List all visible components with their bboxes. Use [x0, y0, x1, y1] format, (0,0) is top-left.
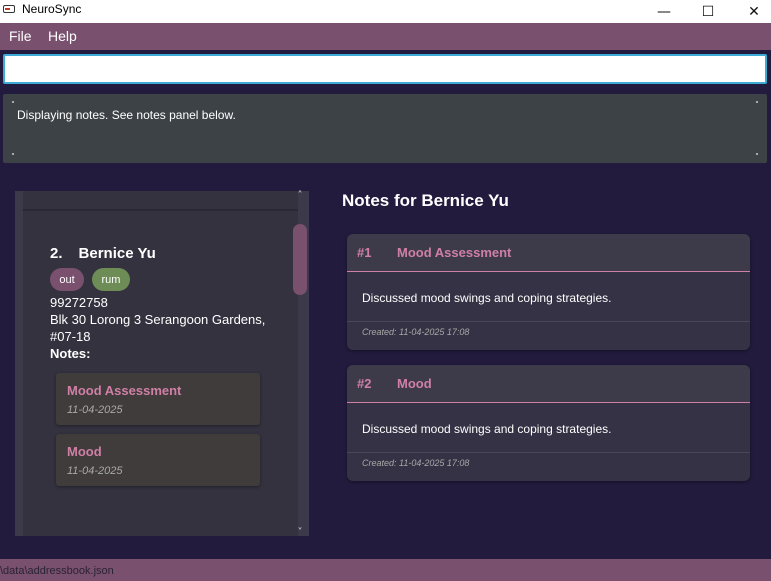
minimize-button[interactable]: — [641, 0, 687, 23]
menu-file[interactable]: File [9, 28, 32, 44]
title-bar: NeuroSync — ☐ ✕ [0, 0, 771, 23]
app-icon [3, 5, 15, 13]
person-name-text: Bernice Yu [78, 245, 156, 262]
menu-help[interactable]: Help [48, 28, 77, 44]
note-created: Created: 11-04-2025 17:08 [362, 458, 470, 468]
person-address: Blk 30 Lorong 3 Serangoon Gardens, [50, 312, 266, 327]
list-item[interactable] [23, 191, 298, 211]
tag-rum: rum [92, 268, 130, 291]
note-body: Discussed mood swings and coping strateg… [362, 291, 612, 305]
mini-note-card[interactable]: Mood Assessment 11-04-2025 [56, 373, 260, 425]
scroll-thumb[interactable] [293, 224, 307, 295]
divider [347, 452, 750, 453]
tag-out: out [50, 268, 84, 291]
note-number: #2 [357, 376, 372, 391]
mini-note-title: Mood Assessment [67, 383, 182, 398]
person-index: 2. [50, 245, 63, 262]
mini-note-date: 11-04-2025 [67, 465, 123, 477]
corner-dot [756, 101, 758, 103]
corner-dot [12, 101, 14, 103]
status-path: \data\addressbook.json [0, 565, 114, 577]
person-list-panel[interactable]: 2. Bernice Yu out rum 99272758 Blk 30 Lor… [15, 191, 309, 536]
scroll-up-icon[interactable]: ˄ [291, 191, 309, 201]
notes-panel-title: Notes for Bernice Yu [342, 191, 509, 210]
result-text: Displaying notes. See notes panel below. [17, 108, 236, 122]
mini-note-title: Mood [67, 444, 102, 459]
menu-bar: File Help [0, 23, 771, 50]
maximize-button[interactable]: ☐ [685, 0, 731, 23]
person-address-unit: #07-18 [50, 329, 91, 344]
note-header: #2 Mood [347, 365, 750, 403]
note-created: Created: 11-04-2025 17:08 [362, 327, 470, 337]
note-header: #1 Mood Assessment [347, 234, 750, 272]
close-button[interactable]: ✕ [731, 0, 771, 23]
notes-label: Notes: [50, 346, 91, 361]
note-body: Discussed mood swings and coping strateg… [362, 422, 612, 436]
note-card[interactable]: #1 Mood Assessment Discussed mood swings… [347, 234, 750, 350]
note-card[interactable]: #2 Mood Discussed mood swings and coping… [347, 365, 750, 481]
corner-dot [756, 153, 758, 155]
note-number: #1 [357, 245, 372, 260]
person-phone: 99272758 [50, 295, 108, 310]
mini-note-date: 11-04-2025 [67, 404, 123, 416]
person-card[interactable]: 2. Bernice Yu out rum 99272758 Blk 30 Lor… [23, 211, 298, 501]
status-bar: \data\addressbook.json [0, 559, 771, 581]
divider [347, 321, 750, 322]
person-name: 2. Bernice Yu [50, 245, 156, 262]
note-title: Mood [397, 376, 432, 391]
mini-note-card[interactable]: Mood 11-04-2025 [56, 434, 260, 486]
window-title: NeuroSync [22, 2, 82, 16]
corner-dot [12, 153, 14, 155]
list-scrollbar[interactable]: ˄ ˅ [291, 191, 309, 538]
command-input[interactable] [3, 54, 767, 84]
result-display: Displaying notes. See notes panel below. [3, 94, 767, 163]
scroll-down-icon[interactable]: ˅ [291, 528, 309, 538]
note-title: Mood Assessment [397, 245, 512, 260]
